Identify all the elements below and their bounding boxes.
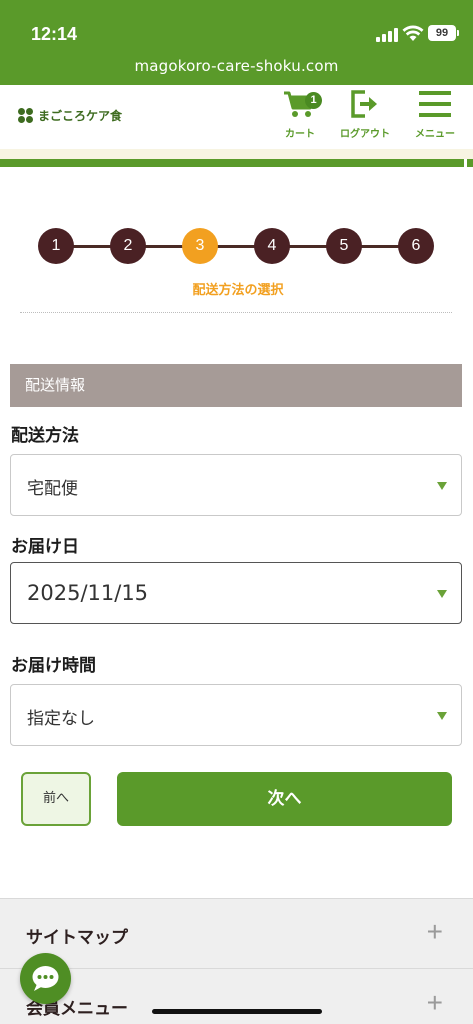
step-1: 1 bbox=[38, 228, 74, 264]
step-5: 5 bbox=[326, 228, 362, 264]
header-divider-cream bbox=[0, 149, 473, 159]
checkout-steps: 1 2 3 4 5 6 bbox=[38, 228, 438, 264]
cart-count-badge: 1 bbox=[305, 92, 322, 109]
delivery-time-value: 指定なし bbox=[27, 709, 95, 729]
prev-button[interactable]: 前へ bbox=[21, 772, 91, 826]
step-6: 6 bbox=[398, 228, 434, 264]
chat-button[interactable] bbox=[20, 953, 71, 1004]
accordion-sitemap-label: サイトマップ bbox=[26, 928, 128, 948]
dotted-divider bbox=[20, 312, 452, 313]
delivery-method-select[interactable]: 宅配便 bbox=[10, 454, 462, 516]
wifi-icon bbox=[402, 25, 424, 41]
delivery-method-label: 配送方法 bbox=[11, 426, 79, 446]
battery-icon: 99 bbox=[428, 25, 459, 41]
menu-label: メニュー bbox=[415, 129, 455, 140]
plus-icon: + bbox=[426, 987, 443, 1018]
clover-logo-icon bbox=[18, 107, 34, 124]
hamburger-menu-icon bbox=[419, 91, 451, 117]
dropdown-arrow-icon bbox=[437, 590, 447, 598]
plus-icon: + bbox=[426, 916, 443, 947]
next-button[interactable]: 次へ bbox=[117, 772, 452, 826]
site-logo[interactable]: まごころケア食 bbox=[18, 107, 122, 124]
step-4: 4 bbox=[254, 228, 290, 264]
delivery-method-value: 宅配便 bbox=[27, 479, 78, 499]
home-indicator bbox=[152, 1009, 322, 1014]
status-and-url-bar: 12:14 99 magokoro-care-shoku.com bbox=[0, 0, 473, 85]
delivery-date-value: 2025/11/15 bbox=[27, 581, 149, 605]
menu-button[interactable]: メニュー bbox=[409, 89, 461, 140]
cellular-signal-icon bbox=[376, 28, 398, 42]
cart-button[interactable]: 1 カート bbox=[278, 89, 322, 140]
header-divider-green bbox=[0, 159, 473, 167]
site-header: まごころケア食 1 カート ログアウト メニュー bbox=[0, 85, 473, 149]
section-header-delivery-info: 配送情報 bbox=[10, 364, 462, 407]
status-time: 12:14 bbox=[31, 24, 78, 44]
cart-label: カート bbox=[285, 129, 315, 140]
delivery-time-select[interactable]: 指定なし bbox=[10, 684, 462, 746]
address-bar-url[interactable]: magokoro-care-shoku.com bbox=[0, 57, 473, 75]
logout-label: ログアウト bbox=[340, 129, 390, 140]
dropdown-arrow-icon bbox=[437, 712, 447, 720]
delivery-date-label: お届け日 bbox=[11, 537, 79, 557]
delivery-time-label: お届け時間 bbox=[11, 656, 96, 676]
step-3-active: 3 bbox=[182, 228, 218, 264]
step-2: 2 bbox=[110, 228, 146, 264]
dropdown-arrow-icon bbox=[437, 482, 447, 490]
active-step-caption: 配送方法の選択 bbox=[192, 283, 284, 298]
chat-bubble-icon bbox=[32, 966, 59, 991]
delivery-date-select[interactable]: 2025/11/15 bbox=[10, 562, 462, 624]
logo-text: まごころケア食 bbox=[38, 109, 123, 123]
logout-icon bbox=[351, 90, 377, 118]
logout-button[interactable]: ログアウト bbox=[337, 89, 393, 140]
